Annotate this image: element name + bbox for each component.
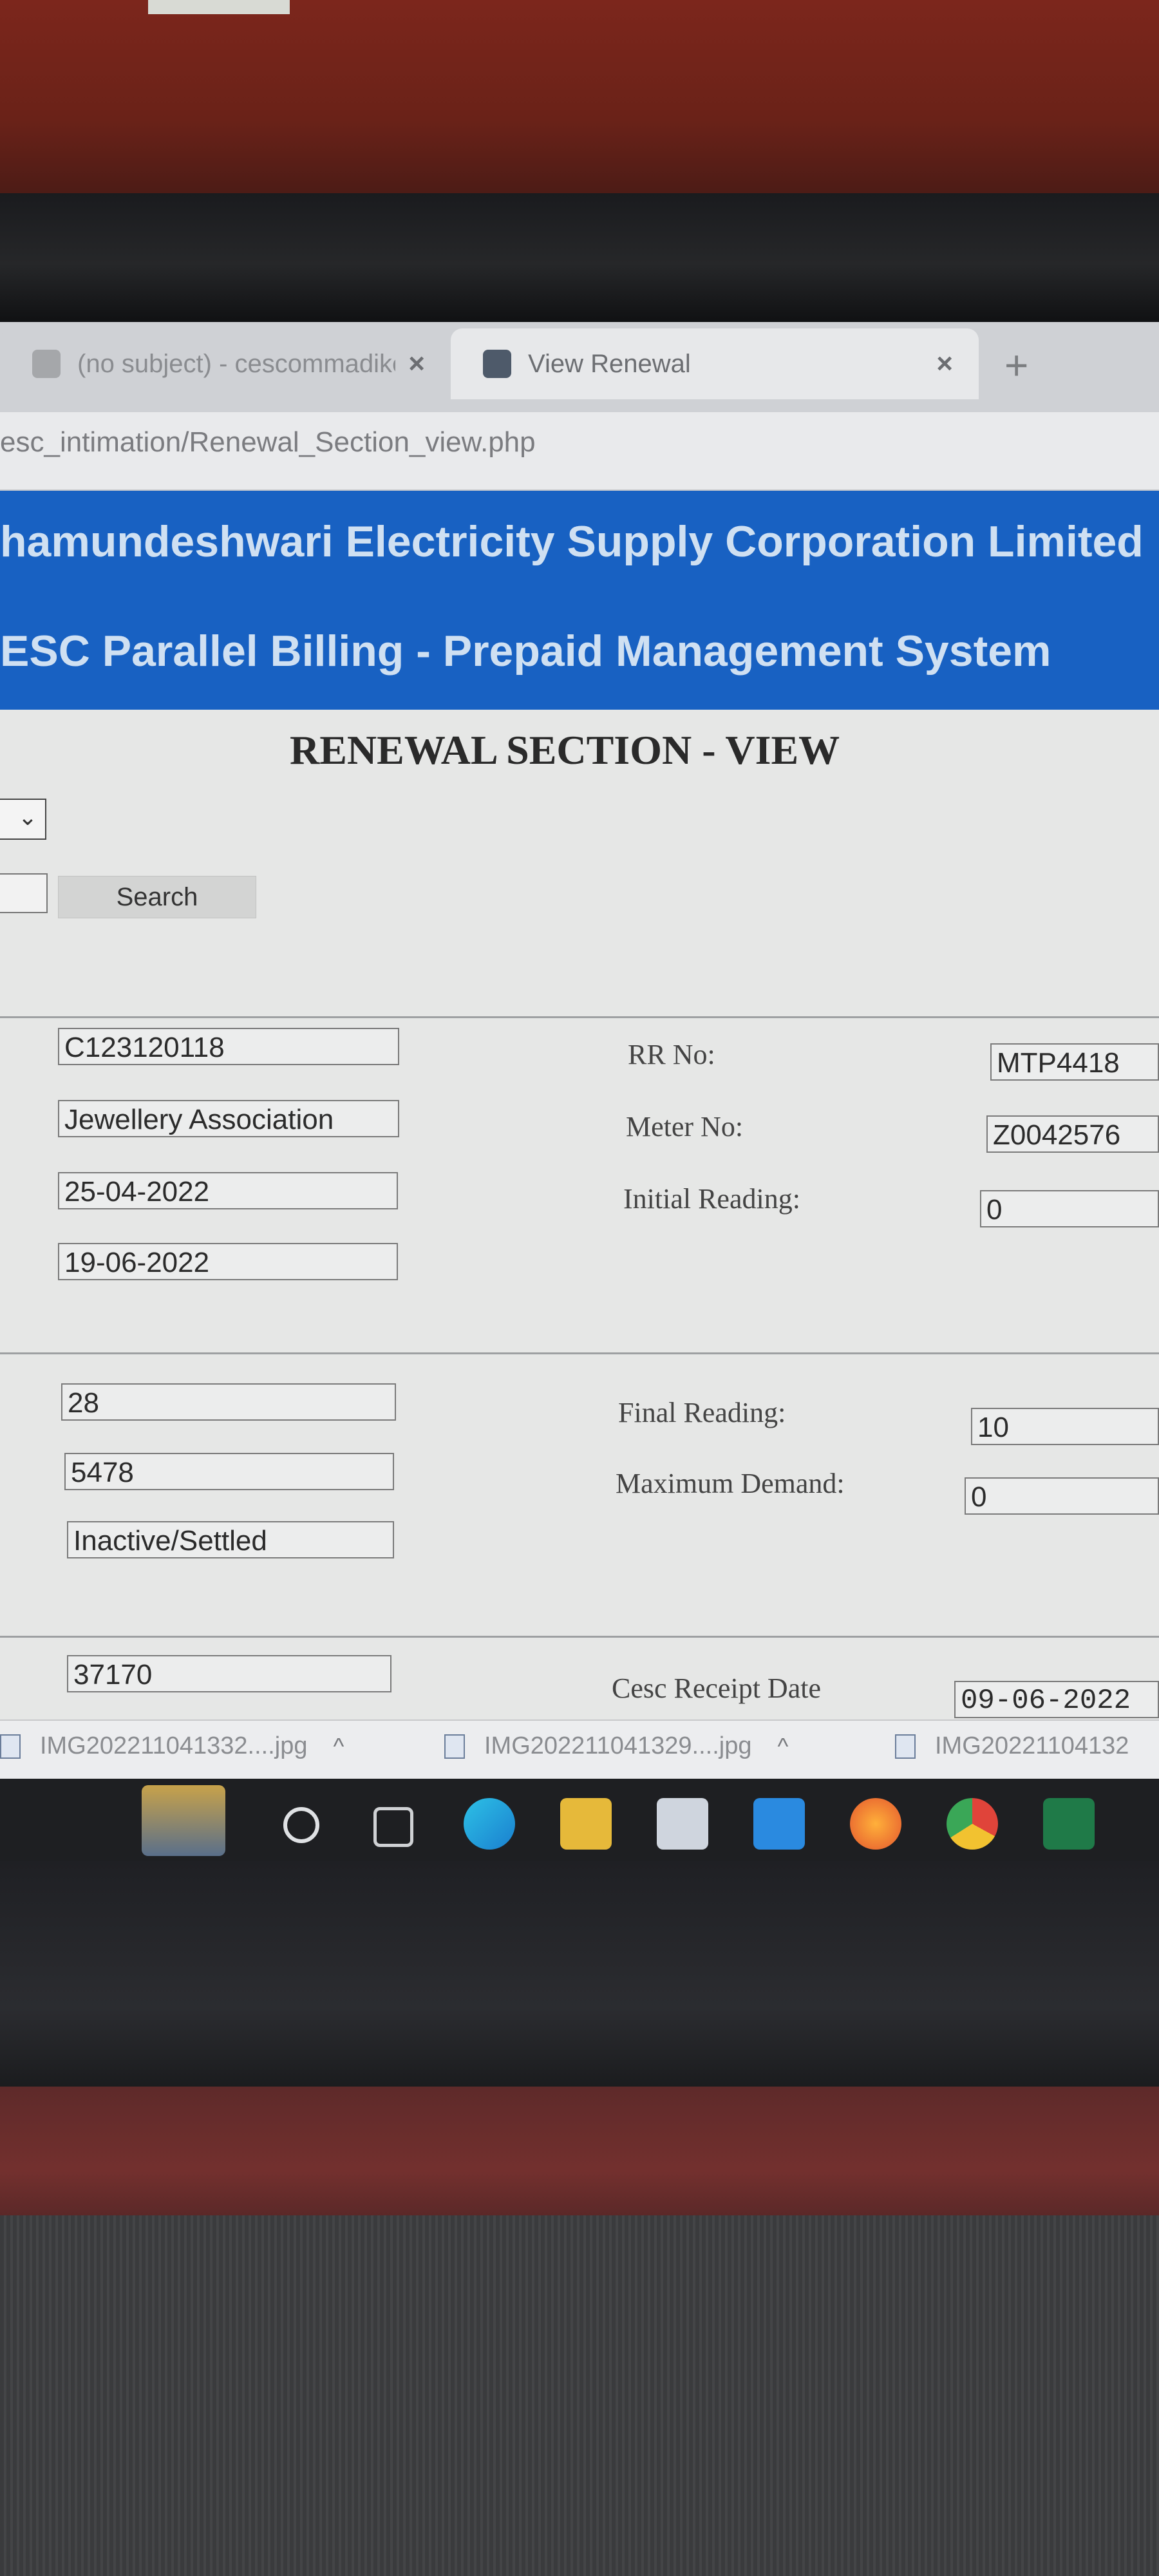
search-input[interactable] [0,873,48,913]
gmail-icon [32,350,61,378]
company-name: hamundeshwari Electricity Supply Corpora… [0,517,1144,566]
url-text[interactable]: esc_intimation/Renewal_Section_view.php [0,426,536,459]
divider [0,1016,1159,1018]
search-button[interactable]: Search [58,876,256,918]
maximum-demand-label: Maximum Demand: [616,1468,845,1499]
initial-reading-field[interactable]: 0 [980,1190,1159,1227]
windows-taskbar [0,1779,1159,1868]
divider [0,1636,1159,1638]
rr-no-field[interactable]: MTP4418 [990,1043,1159,1081]
download-item[interactable]: IMG20221104132 [895,1732,1129,1760]
amount-field[interactable]: 5478 [64,1453,394,1490]
download-item[interactable]: IMG202211041332....jpg ^ [0,1732,344,1760]
tab-gmail[interactable]: (no subject) - cescommadikeri@ × [0,328,451,399]
download-filename: IMG202211041329....jpg [484,1732,752,1759]
meter-no-field[interactable]: Z0042576 [986,1115,1159,1153]
days-field[interactable]: 28 [61,1383,396,1421]
download-filename: IMG202211041332....jpg [40,1732,308,1759]
image-file-icon [0,1734,21,1759]
receipt-no-field[interactable]: 37170 [67,1655,391,1692]
status-field[interactable]: Inactive/Settled [67,1521,394,1558]
chevron-up-icon[interactable]: ^ [778,1733,789,1760]
chevron-down-icon: ⌄ [17,804,37,830]
site-header: hamundeshwari Electricity Supply Corpora… [0,491,1159,710]
tab-title: View Renewal [528,349,691,378]
download-item[interactable]: IMG202211041329....jpg ^ [444,1732,788,1760]
cortana-icon[interactable] [283,1807,319,1843]
filter-select[interactable]: ⌄ [0,799,46,840]
tab-strip: (no subject) - cescommadikeri@ × View Re… [0,322,1159,412]
tab-view-renewal[interactable]: View Renewal × [451,328,979,399]
cesc-receipt-date-field[interactable]: 09-06-2022 [954,1681,1159,1718]
chevron-up-icon[interactable]: ^ [334,1733,344,1760]
system-name: ESC Parallel Billing - Prepaid Managemen… [0,627,1051,676]
background-carpet [0,2215,1159,2576]
image-file-icon [895,1734,916,1759]
page-title: RENEWAL SECTION - VIEW [290,727,840,773]
maximum-demand-field[interactable]: 0 [965,1477,1159,1515]
rr-no-label: RR No: [628,1039,715,1070]
page-icon [483,350,511,378]
monitor-bezel-bottom [0,1861,1159,2106]
image-file-icon [444,1734,465,1759]
download-filename: IMG20221104132 [935,1732,1129,1759]
mail-icon[interactable] [753,1798,805,1850]
cesc-receipt-date-label: Cesc Receipt Date [612,1672,821,1704]
chrome-icon[interactable] [947,1798,998,1850]
edge-icon[interactable] [464,1798,515,1850]
task-view-icon[interactable] [373,1807,413,1847]
address-bar[interactable]: esc_intimation/Renewal_Section_view.php [0,412,1159,534]
excel-icon[interactable] [1043,1798,1095,1850]
close-icon[interactable]: × [408,348,425,380]
background-desk [0,0,1159,200]
start-icon[interactable] [142,1785,225,1856]
file-explorer-icon[interactable] [560,1798,612,1850]
browser-screen: (no subject) - cescommadikeri@ × View Re… [0,322,1159,1868]
start-date-field[interactable]: 25-04-2022 [58,1172,398,1209]
background-paper [148,0,290,14]
tab-title: (no subject) - cescommadikeri@ [77,349,395,378]
final-reading-label: Final Reading: [618,1397,786,1428]
meter-no-label: Meter No: [626,1111,744,1142]
final-reading-field[interactable]: 10 [971,1408,1159,1445]
firefox-icon[interactable] [850,1798,901,1850]
initial-reading-label: Initial Reading: [623,1183,800,1215]
divider [0,1352,1159,1354]
consumer-name-field[interactable]: Jewellery Association [58,1100,399,1137]
monitor-bezel-top [0,193,1159,322]
end-date-field[interactable]: 19-06-2022 [58,1243,398,1280]
consumer-id-field[interactable]: C123120118 [58,1028,399,1065]
close-icon[interactable]: × [936,348,953,380]
store-icon[interactable] [657,1798,708,1850]
new-tab-icon[interactable]: + [1004,341,1028,389]
download-shelf: IMG202211041332....jpg ^ IMG202211041329… [0,1719,1159,1779]
